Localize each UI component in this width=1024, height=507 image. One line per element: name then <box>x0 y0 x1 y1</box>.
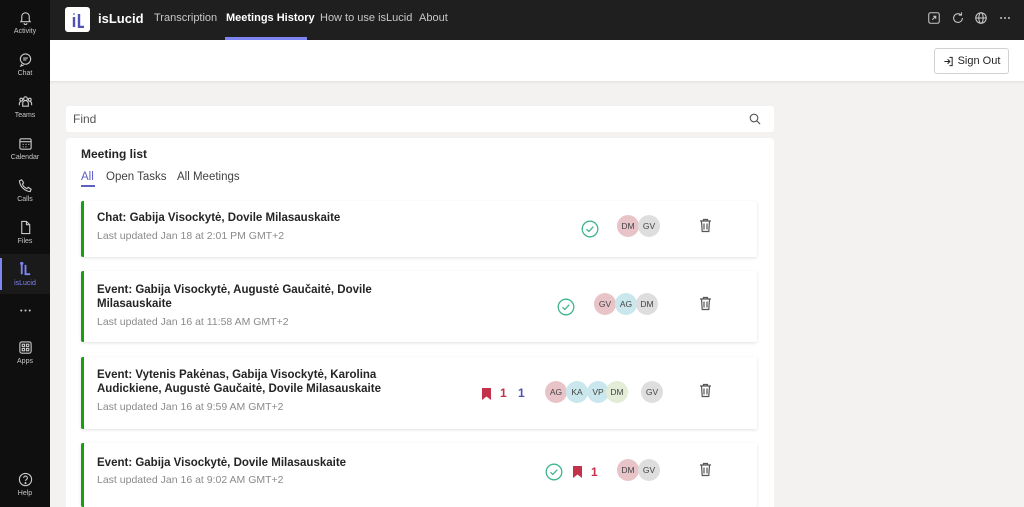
rail-item-help[interactable]: Help <box>0 464 50 504</box>
avatar: AG <box>615 293 637 315</box>
rail-label: isLucid <box>14 279 36 287</box>
avatar: DM <box>617 215 639 237</box>
rail-item-islucid[interactable]: isLucid <box>0 254 50 294</box>
avatar: AG <box>545 381 567 403</box>
search-icon[interactable] <box>749 113 761 125</box>
help-icon <box>18 472 32 486</box>
avatar: KA <box>566 381 588 403</box>
rail-item-activity[interactable]: Activity <box>0 2 50 42</box>
avatar: DM <box>636 293 658 315</box>
search-input[interactable] <box>66 106 746 132</box>
rail-label: Calls <box>17 195 33 203</box>
meeting-card[interactable]: Event: Gabija Visockytė, Dovile Milasaus… <box>81 443 757 507</box>
chat-icon <box>19 52 31 67</box>
sign-in-arrow-icon <box>943 56 953 66</box>
filter-tab-open-tasks[interactable]: Open Tasks <box>106 171 167 183</box>
bookmark-icon <box>573 466 582 478</box>
sign-out-button[interactable]: Sign Out <box>934 48 1009 74</box>
app-rail: Activity Chat Teams Calendar Calls Files… <box>0 0 50 507</box>
meeting-title: Event: Gabija Visockytė, Dovile Milasaus… <box>97 457 347 469</box>
refresh-icon[interactable] <box>951 11 965 25</box>
popout-icon[interactable] <box>927 11 941 25</box>
tab-how-to-use[interactable]: How to use isLucid <box>320 12 412 24</box>
sign-out-label: Sign Out <box>957 55 1001 67</box>
tab-transcription[interactable]: Transcription <box>154 12 217 24</box>
globe-icon[interactable] <box>974 11 988 25</box>
check-circle-icon <box>545 463 563 481</box>
avatar: GV <box>638 459 660 481</box>
avatar: GV <box>638 215 660 237</box>
islucid-logo-icon <box>65 7 90 32</box>
rail-label: Files <box>17 237 33 245</box>
rail-label: Chat <box>17 69 33 77</box>
filter-tab-all-meetings[interactable]: All Meetings <box>177 171 240 183</box>
tab-about[interactable]: About <box>419 12 448 24</box>
trash-icon[interactable] <box>699 462 712 477</box>
avatar: DM <box>606 381 628 403</box>
active-filter-indicator <box>81 185 95 187</box>
avatar: GV <box>594 293 616 315</box>
tab-meetings-history[interactable]: Meetings History <box>226 12 315 24</box>
meeting-updated: Last updated Jan 18 at 2:01 PM GMT+2 <box>97 230 285 242</box>
task-count: 1 <box>518 386 525 400</box>
more-options-icon[interactable] <box>998 11 1012 25</box>
file-icon <box>20 220 30 234</box>
meeting-title: Event: Vytenis Pakėnas, Gabija Visockytė… <box>97 369 381 395</box>
rail-item-teams[interactable]: Teams <box>0 86 50 126</box>
meeting-list-panel: Meeting list All Open Tasks All Meetings… <box>66 138 774 507</box>
meeting-updated: Last updated Jan 16 at 9:02 AM GMT+2 <box>97 474 284 486</box>
meeting-updated: Last updated Jan 16 at 11:58 AM GMT+2 <box>97 316 289 328</box>
rail-label: Apps <box>17 357 33 365</box>
bookmark-icon <box>482 388 491 400</box>
rail-label: Activity <box>13 27 37 35</box>
app-title: isLucid <box>98 11 144 26</box>
app-topbar: isLucid Transcription Meetings History H… <box>50 0 1024 40</box>
calendar-icon <box>18 137 32 150</box>
header-strip: Sign Out <box>50 40 1024 82</box>
rail-item-apps[interactable]: Apps <box>0 332 50 372</box>
avatar: DM <box>617 459 639 481</box>
rail-item-more[interactable] <box>0 290 50 330</box>
trash-icon[interactable] <box>699 218 712 233</box>
more-icon <box>19 308 31 312</box>
meeting-card[interactable]: Event: Gabija Visockytė, Augustė Gaučait… <box>81 271 757 342</box>
avatar: GV <box>641 381 663 403</box>
meeting-updated: Last updated Jan 16 at 9:59 AM GMT+2 <box>97 401 284 413</box>
rail-label: Calendar <box>10 153 40 161</box>
rail-item-calendar[interactable]: Calendar <box>0 128 50 168</box>
teams-icon <box>18 95 32 107</box>
check-circle-icon <box>581 220 599 238</box>
filter-tab-all[interactable]: All <box>81 171 94 183</box>
islucid-icon <box>19 261 30 275</box>
rail-item-calls[interactable]: Calls <box>0 170 50 210</box>
search-bar <box>66 106 774 132</box>
trash-icon[interactable] <box>699 296 712 311</box>
rail-label: Help <box>17 489 33 497</box>
rail-item-chat[interactable]: Chat <box>0 44 50 84</box>
check-circle-icon <box>557 298 575 316</box>
bookmark-count: 1 <box>500 386 507 400</box>
trash-icon[interactable] <box>699 383 712 398</box>
bell-icon <box>19 11 31 25</box>
phone-icon <box>18 178 32 192</box>
rail-item-files[interactable]: Files <box>0 212 50 252</box>
meeting-list-title: Meeting list <box>81 147 148 161</box>
meeting-card[interactable]: Chat: Gabija Visockytė, Dovile Milasausk… <box>81 201 757 257</box>
rail-label: Teams <box>14 111 36 119</box>
apps-icon <box>18 340 32 354</box>
bookmark-count: 1 <box>591 465 598 479</box>
meeting-title: Chat: Gabija Visockytė, Dovile Milasausk… <box>97 212 341 224</box>
meeting-title: Event: Gabija Visockytė, Augustė Gaučait… <box>97 284 372 310</box>
meeting-card[interactable]: Event: Vytenis Pakėnas, Gabija Visockytė… <box>81 357 757 429</box>
